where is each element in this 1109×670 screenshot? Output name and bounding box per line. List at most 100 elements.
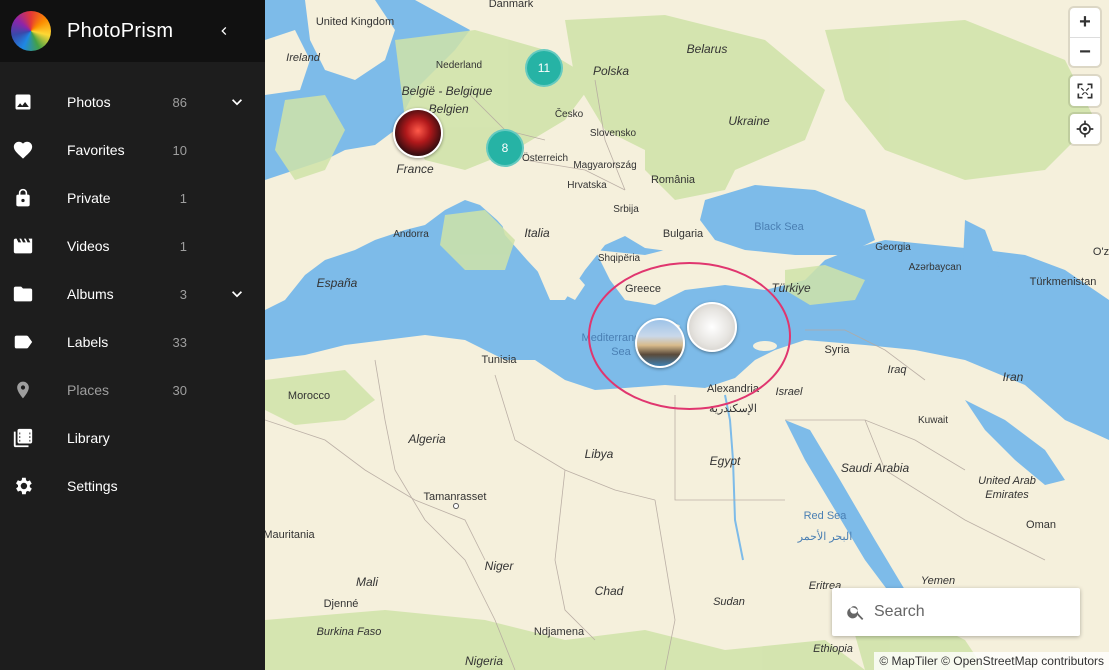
map-label: Morocco [287,390,331,402]
map-label: Tunisia [481,354,517,366]
map-label: Libya [584,447,614,461]
map-label: Red Sea [803,510,847,522]
search-icon [847,606,864,620]
lock-icon [11,186,35,210]
sidebar-item-label: Favorites [67,142,125,158]
map-label: Saudi Arabia [840,461,910,475]
map-label: Belarus [686,42,728,56]
app-title[interactable]: PhotoPrism [67,20,173,43]
sidebar-item-label: Library [67,430,110,446]
sidebar-item-label: Places [67,382,110,398]
sidebar-item-label: Private [67,190,111,206]
zoom-out-button[interactable]: − [1070,37,1100,66]
sidebar: PhotoPrism Photos 86 Favorites 10 Privat… [0,0,265,670]
folder-icon [11,282,35,306]
map-label: Yemen [920,575,956,587]
zoom-control: + − [1070,8,1100,66]
map-label: Ndjamena [533,626,585,638]
map-label: Chad [594,584,624,598]
sidebar-item-label: Videos [67,238,110,254]
sidebar-nav: Photos 86 Favorites 10 Private 1 Videos … [0,78,265,510]
label-icon [11,330,35,354]
map-label: Djenné [323,598,359,610]
heart-icon [11,138,35,162]
photoprism-logo[interactable] [11,11,51,51]
map-label: Slovensko [589,128,637,139]
map-label: O'z [1092,246,1109,258]
sidebar-item-places[interactable]: Places 30 [0,366,265,414]
map-label: Andorra [393,229,429,240]
map-label: Kuwait [917,415,949,426]
map-label: Tamanrasset [423,491,487,503]
map-label: Nigeria [464,654,504,668]
sidebar-item-count: 86 [172,94,187,110]
map-label: Syria [824,344,850,356]
map-label: Algeria [408,432,446,446]
map-label: France [396,162,434,176]
map-label: Egypt [709,454,741,468]
map-label: Azərbaycan [908,262,962,273]
sidebar-item-photos[interactable]: Photos 86 [0,78,265,126]
sidebar-item-count: 3 [179,286,187,302]
highlight-circle [588,262,791,410]
place-icon [11,378,35,402]
map-label: United Kingdom [315,16,395,28]
sidebar-item-private[interactable]: Private 1 [0,174,265,222]
map-search [832,588,1080,636]
sidebar-item-count: 1 [179,238,187,254]
sidebar-item-albums[interactable]: Albums 3 [0,270,265,318]
map-label: Black Sea [754,221,804,233]
map-label: Türkmenistan [1029,276,1097,288]
map-attribution[interactable]: © MapTiler © OpenStreetMap contributors [874,652,1109,670]
collapse-sidebar-button[interactable] [213,20,235,42]
film-library-icon [11,426,35,450]
map-label: România [650,174,696,186]
zoom-in-button[interactable]: + [1070,8,1100,37]
map-label: España [316,276,358,290]
sidebar-item-videos[interactable]: Videos 1 [0,222,265,270]
sidebar-item-favorites[interactable]: Favorites 10 [0,126,265,174]
sidebar-item-settings[interactable]: Settings [0,462,265,510]
sidebar-header: PhotoPrism [0,0,265,62]
map-label: Nederland [435,60,483,71]
sidebar-item-label: Settings [67,478,118,494]
map-label: Niger [484,559,514,573]
sidebar-item-label: Photos [67,94,111,110]
city-marker-icon [453,503,459,509]
map-label: Ukraine [728,114,770,128]
chevron-down-icon[interactable] [227,284,247,304]
sidebar-item-count: 30 [172,382,187,398]
map-label: Ireland [286,52,320,64]
map-label: Hrvatska [567,180,607,191]
geolocate-button[interactable] [1070,114,1100,144]
map-label: Iraq [887,364,907,376]
search-input[interactable] [874,603,1064,621]
map-label: Polska [592,64,630,78]
image-icon [11,90,35,114]
map-label: United Arab [978,475,1036,487]
map-label: Mauritania [265,529,315,541]
map-label: Srbija [613,204,639,215]
map-label: Bulgaria [662,228,704,240]
map-label: België - Belgique [401,84,493,98]
photo-cluster-marker[interactable]: 8 [486,129,524,167]
map-label: Mali [355,575,379,589]
sidebar-item-count: 1 [179,190,187,206]
chevron-down-icon[interactable] [227,92,247,112]
map-label: Iran [1002,370,1024,384]
map-label: Emirates [985,489,1029,501]
places-map[interactable]: United Kingdom Ireland Danmark Nederland… [265,0,1109,670]
sidebar-item-labels[interactable]: Labels 33 [0,318,265,366]
sidebar-item-label: Labels [67,334,109,350]
gear-icon [11,474,35,498]
map-label: Shqipëria [597,253,641,264]
sidebar-item-label: Albums [67,286,114,302]
map-label: Burkina Faso [316,626,382,638]
photo-marker[interactable] [393,108,443,158]
map-label: Georgia [875,242,911,253]
photo-cluster-marker[interactable]: 11 [525,49,563,87]
fullscreen-button[interactable] [1070,76,1100,106]
sidebar-item-library[interactable]: Library [0,414,265,462]
map-label: Magyarország [573,160,637,171]
chevron-left-icon [221,27,227,35]
